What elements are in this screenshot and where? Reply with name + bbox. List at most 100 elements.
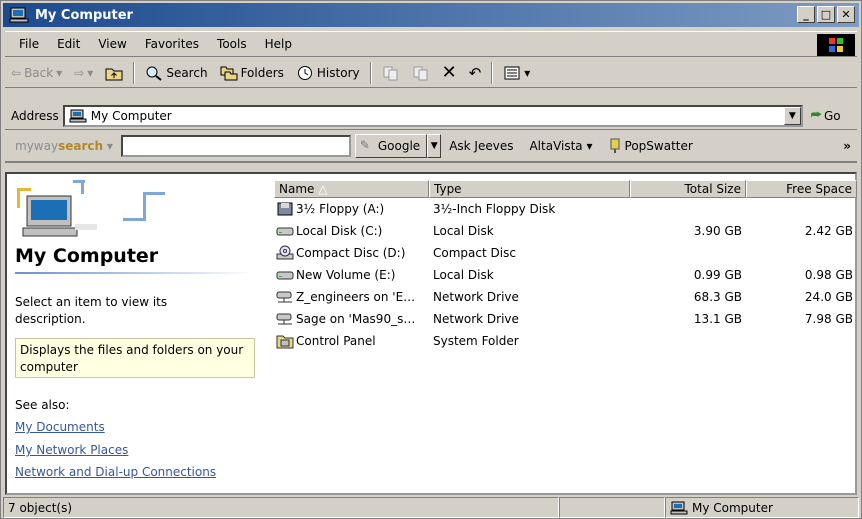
back-arrow-icon: ⇦ [11,65,22,80]
views-icon [504,66,520,79]
file-name: Control Panel [296,334,376,348]
my-computer-banner-icon [17,180,165,237]
title-bar[interactable]: My Computer _ □ ✕ [3,3,859,27]
file-name-cell[interactable]: Z_engineers on 'E… [274,289,429,305]
folders-button[interactable]: Folders [214,60,290,86]
file-name-cell[interactable]: Local Disk (C:) [274,223,429,239]
go-arrow-icon: ⮫ [810,108,822,122]
close-button[interactable]: ✕ [837,6,855,23]
column-header-total-size[interactable]: Total Size [630,180,746,198]
address-field[interactable]: My Computer ▼ [62,104,803,127]
file-row[interactable]: Compact Disc (D:) Compact Disc [274,242,857,264]
column-header-type[interactable]: Type [429,180,630,198]
address-dropdown-button[interactable]: ▼ [783,106,801,125]
status-zone: My Computer [665,497,859,518]
windows-flag-icon [829,38,843,52]
floppy-icon [276,201,294,217]
move-to-button[interactable] [376,60,406,86]
link-my-network-places[interactable]: My Network Places [15,443,128,457]
file-total-size: 13.1 GB [693,312,742,326]
pencil-icon: ✎ [359,138,370,152]
sort-ascending-icon: △ [318,182,328,196]
logo-bold-text: search [58,139,104,153]
local-disk-icon [276,223,294,239]
myway-logo[interactable]: mywaysearch ▾ [5,139,117,153]
maximize-button[interactable]: □ [817,6,835,23]
chevron-down-icon: ▾ [586,139,593,153]
file-free-space: 0.98 GB [804,268,853,282]
control-panel-icon [276,333,294,349]
menu-edit[interactable]: Edit [48,37,89,51]
popswatter-link[interactable]: PopSwatter [601,138,701,154]
file-name-cell[interactable]: 3½ Floppy (A:) [274,201,429,217]
status-zone-label: My Computer [692,500,773,515]
column-header-free-space[interactable]: Free Space [746,180,857,198]
file-free-space: 2.42 GB [804,224,853,238]
file-name-cell[interactable]: New Volume (E:) [274,267,429,283]
go-label: Go [823,108,841,123]
altavista-label: AltaVista [529,139,583,153]
views-button[interactable]: ▾ [497,60,536,86]
windows-logo-throbber [817,34,855,56]
chevron-down-icon: ▼ [430,141,438,151]
google-dropdown-button[interactable]: ▼ [427,134,442,158]
see-also-label: See also: [15,398,70,412]
history-button[interactable]: History [290,60,366,86]
file-row[interactable]: Control Panel System Folder [274,330,857,352]
altavista-link[interactable]: AltaVista ▾ [521,139,600,153]
chevron-right-double-icon[interactable]: » [843,139,857,153]
file-type: System Folder [433,334,519,348]
ask-jeeves-link[interactable]: Ask Jeeves [441,139,521,153]
file-name-cell[interactable]: Compact Disc (D:) [274,245,429,261]
file-row[interactable]: Z_engineers on 'E… Network Drive 68.3 GB 24… [274,286,857,308]
back-button[interactable]: ⇦ Back ▾ [5,60,68,86]
delete-button[interactable]: ✕ [436,60,463,86]
explorer-window: My Computer _ □ ✕ File Edit View Favorit… [0,0,862,519]
menu-view[interactable]: View [89,37,135,51]
file-name-cell[interactable]: Control Panel [274,333,429,349]
menu-help[interactable]: Help [256,37,301,51]
file-row[interactable]: 3½ Floppy (A:) 3½-Inch Floppy Disk [274,198,857,220]
file-name: Compact Disc (D:) [296,246,406,260]
history-label: History [316,65,360,80]
file-name: Sage on 'Mas90_s… [296,312,416,326]
my-computer-icon [670,501,688,514]
folders-label: Folders [240,65,284,80]
file-type: 3½-Inch Floppy Disk [433,202,556,216]
address-value: My Computer [90,108,172,123]
menu-file[interactable]: File [5,37,48,51]
search-button[interactable]: Search [139,60,213,86]
copy-to-button[interactable] [406,60,436,86]
search-input[interactable] [120,135,351,157]
google-search-button[interactable]: ✎ Google [354,134,428,158]
file-row[interactable]: New Volume (E:) Local Disk 0.99 GB 0.98 GB [274,264,857,286]
menu-tools[interactable]: Tools [208,37,256,51]
minimize-button[interactable]: _ [797,6,815,23]
file-type: Network Drive [433,312,519,326]
forward-button[interactable]: ⇨ ▾ [68,60,99,86]
address-label: Address [11,108,59,123]
search-icon [146,66,162,81]
link-my-documents[interactable]: My Documents [15,420,105,434]
close-icon: ✕ [841,8,851,21]
up-folder-button[interactable] [99,60,129,86]
network-drive-icon [276,289,294,305]
undo-button[interactable]: ↶ [463,60,488,86]
file-type: Network Drive [433,290,519,304]
file-total-size: 68.3 GB [693,290,742,304]
file-row[interactable]: Sage on 'Mas90_s… Network Drive 13.1 GB 7.9… [274,308,857,330]
standard-toolbar: ⇦ Back ▾ ⇨ ▾ Search Folders History ✕ ↶ … [5,58,857,88]
link-network-dialup[interactable]: Network and Dial-up Connections [15,465,216,479]
column-header-name[interactable]: Name △ [274,180,429,198]
column-name-label: Name [279,182,315,196]
file-total-size: 3.90 GB [693,224,742,238]
history-icon [297,65,312,80]
file-name: New Volume (E:) [296,268,396,282]
file-name-cell[interactable]: Sage on 'Mas90_s… [274,311,429,327]
go-button[interactable]: ⮫ Go [811,108,841,123]
menu-favorites[interactable]: Favorites [136,37,208,51]
file-row[interactable]: Local Disk (C:) Local Disk 3.90 GB 2.42 GB [274,220,857,242]
file-list: Name △ Type Total Size Free Space 3½ Flo… [274,180,857,352]
logo-text: myway [15,139,59,153]
content-area: My Computer Select an item to view its d… [5,172,857,495]
